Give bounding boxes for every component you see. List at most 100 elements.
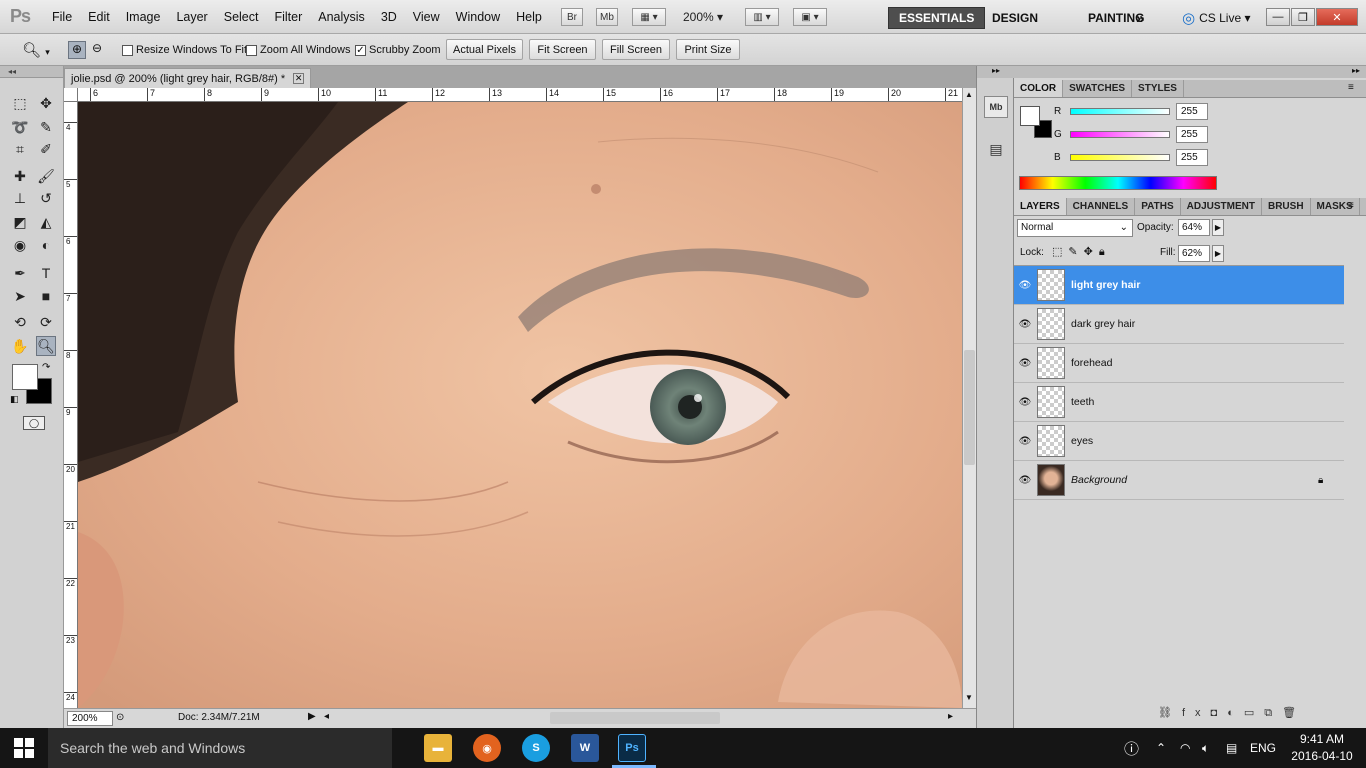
menu-file[interactable]: File [44, 10, 80, 24]
tab-channels[interactable]: CHANNELS [1067, 198, 1136, 215]
3d-rotate-tool-icon[interactable]: ⟲ [10, 312, 30, 332]
word-icon[interactable]: W [571, 734, 599, 762]
volume-icon[interactable]: 🔈︎ [1202, 728, 1209, 768]
move-tool-icon[interactable]: ✥ [36, 93, 56, 113]
blue-value-field[interactable]: 255 [1176, 149, 1208, 166]
scroll-left-icon[interactable]: ◂ [324, 711, 329, 722]
minimize-button[interactable]: — [1266, 8, 1290, 26]
visibility-eye-icon[interactable]: 👁︎ [1014, 397, 1036, 408]
layer-row[interactable]: 👁︎ forehead [1014, 344, 1344, 383]
hand-tool-icon[interactable]: ✋ [10, 336, 30, 356]
menu-help[interactable]: Help [508, 10, 550, 24]
link-layers-icon[interactable]: ⛓ [1158, 707, 1182, 719]
zoom-tool-icon[interactable]: 🔍︎ [36, 336, 56, 356]
taskbar-search-box[interactable]: Search the web and Windows [48, 728, 392, 768]
eraser-tool-icon[interactable]: ◩ [10, 212, 30, 232]
layer-row[interactable]: 👁︎ light grey hair [1014, 266, 1344, 305]
pen-tool-icon[interactable]: ✒ [10, 263, 30, 283]
menu-select[interactable]: Select [216, 10, 267, 24]
actual-pixels-button[interactable]: Actual Pixels [446, 39, 523, 60]
default-colors-icon[interactable]: ◧ [10, 394, 19, 405]
adjustment-layer-icon[interactable]: ◐ [1227, 707, 1244, 719]
delete-layer-icon[interactable]: 🗑︎ [1282, 707, 1306, 719]
3d-orbit-tool-icon[interactable]: ⟳ [36, 312, 56, 332]
zoom-tool-preset-icon[interactable]: 🔍︎ ▾ [22, 41, 50, 59]
network-icon[interactable]: ◠ [1180, 728, 1190, 768]
fill-field[interactable]: 62% [1178, 245, 1210, 262]
blue-slider[interactable]: B [1054, 152, 1170, 163]
menu-layer[interactable]: Layer [168, 10, 215, 24]
history-panel-icon[interactable]: ▤ [984, 138, 1008, 160]
windows-start-icon[interactable] [14, 738, 34, 758]
opacity-slider-arrow-icon[interactable]: ▶ [1212, 219, 1224, 236]
red-track[interactable] [1070, 108, 1170, 115]
foreground-color-swatch-top[interactable] [12, 364, 38, 390]
healing-brush-tool-icon[interactable]: ✚ [10, 166, 30, 186]
tab-color[interactable]: COLOR [1014, 80, 1064, 97]
vertical-scroll-thumb[interactable] [964, 350, 975, 465]
image-canvas[interactable] [78, 102, 962, 708]
color-spectrum-ramp[interactable] [1019, 176, 1217, 190]
zoom-out-icon[interactable]: ⊖ [88, 41, 106, 59]
resize-windows-checkbox[interactable]: Resize Windows To Fit [122, 44, 247, 56]
blue-track[interactable] [1070, 154, 1170, 161]
close-document-icon[interactable]: ✕ [293, 73, 305, 84]
blur-tool-icon[interactable]: ◉ [10, 235, 30, 255]
path-selection-tool-icon[interactable]: ➤ [10, 286, 30, 306]
zoom-in-icon[interactable]: ⊕ [68, 41, 86, 59]
blend-mode-select[interactable]: Normal ⌄ [1017, 219, 1133, 237]
notification-info-icon[interactable]: ⓘ [1124, 728, 1139, 768]
fg-color-swatch[interactable] [1020, 106, 1040, 126]
history-brush-tool-icon[interactable]: ↺ [36, 188, 56, 208]
language-indicator[interactable]: ENG [1250, 728, 1276, 768]
workspace-essentials[interactable]: ESSENTIALS [888, 7, 986, 29]
color-panel-menu-icon[interactable]: ≡ [1348, 82, 1354, 93]
paint-bucket-tool-icon[interactable]: ◭ [36, 212, 56, 232]
show-hidden-icons-icon[interactable]: ⌃ [1156, 728, 1166, 768]
status-zoom-field[interactable]: 200% [67, 711, 113, 726]
restore-button[interactable]: ❐ [1291, 8, 1315, 26]
tab-layers[interactable]: LAYERS [1014, 198, 1067, 215]
visibility-eye-icon[interactable]: 👁︎ [1014, 475, 1036, 486]
menu-edit[interactable]: Edit [80, 10, 118, 24]
green-value-field[interactable]: 255 [1176, 126, 1208, 143]
red-value-field[interactable]: 255 [1176, 103, 1208, 120]
scrubby-zoom-checkbox[interactable]: ✓ Scrubby Zoom [355, 44, 441, 56]
scroll-up-icon[interactable]: ▲ [965, 90, 973, 99]
red-slider[interactable]: R [1054, 106, 1170, 117]
new-group-icon[interactable]: ▭ [1244, 707, 1264, 719]
opacity-field[interactable]: 64% [1178, 219, 1210, 236]
minibridge-button[interactable]: Mb [596, 8, 618, 26]
clock[interactable]: 9:41 AM 2016-04-10 [1290, 731, 1354, 765]
action-center-icon[interactable]: ▤ [1226, 728, 1237, 768]
document-tab[interactable]: jolie.psd @ 200% (light grey hair, RGB/8… [64, 68, 312, 88]
crop-tool-icon[interactable]: ⌗ [10, 139, 30, 159]
visibility-eye-icon[interactable]: 👁︎ [1014, 319, 1036, 330]
visibility-eye-icon[interactable]: 👁︎ [1014, 436, 1036, 447]
menu-view[interactable]: View [405, 10, 448, 24]
more-workspaces-button[interactable]: » [1126, 7, 1154, 29]
photoshop-taskbar-icon[interactable]: Ps [618, 734, 646, 762]
menu-filter[interactable]: Filter [266, 10, 310, 24]
bridge-button[interactable]: Br [561, 8, 583, 26]
ruler-horizontal[interactable]: 6 7 8 9 10 11 12 13 14 15 16 17 18 19 20 21 [78, 88, 962, 102]
fx-icon[interactable]: fx [1182, 707, 1211, 719]
quick-selection-tool-icon[interactable]: ✎ [36, 117, 56, 137]
green-track[interactable] [1070, 131, 1170, 138]
panel-collapse-grip[interactable]: ▸▸ [1014, 66, 1366, 78]
tools-panel-grip[interactable]: ◂◂ [0, 66, 63, 78]
cs-live-button[interactable]: ◎ CS Live ▾ [1172, 7, 1260, 29]
visibility-eye-icon[interactable]: 👁︎ [1014, 358, 1036, 369]
ruler-origin[interactable] [64, 88, 78, 102]
vertical-scrollbar[interactable]: ▲ ▼ [962, 88, 976, 708]
fill-screen-button[interactable]: Fill Screen [602, 39, 670, 60]
tab-swatches[interactable]: SWATCHES [1063, 80, 1133, 97]
marquee-tool-icon[interactable]: ⬚ [10, 93, 30, 113]
layer-row[interactable]: 👁︎ Background 🔒︎ [1014, 461, 1344, 500]
lock-options-icons[interactable]: ⬚✎✥🔒︎ [1052, 245, 1111, 259]
scroll-down-icon[interactable]: ▼ [965, 693, 973, 702]
layer-row[interactable]: 👁︎ dark grey hair [1014, 305, 1344, 344]
shape-tool-icon[interactable]: ■ [36, 286, 56, 306]
skype-icon[interactable]: S [522, 734, 550, 762]
screen-mode-button[interactable]: ▣ ▾ [793, 8, 827, 26]
